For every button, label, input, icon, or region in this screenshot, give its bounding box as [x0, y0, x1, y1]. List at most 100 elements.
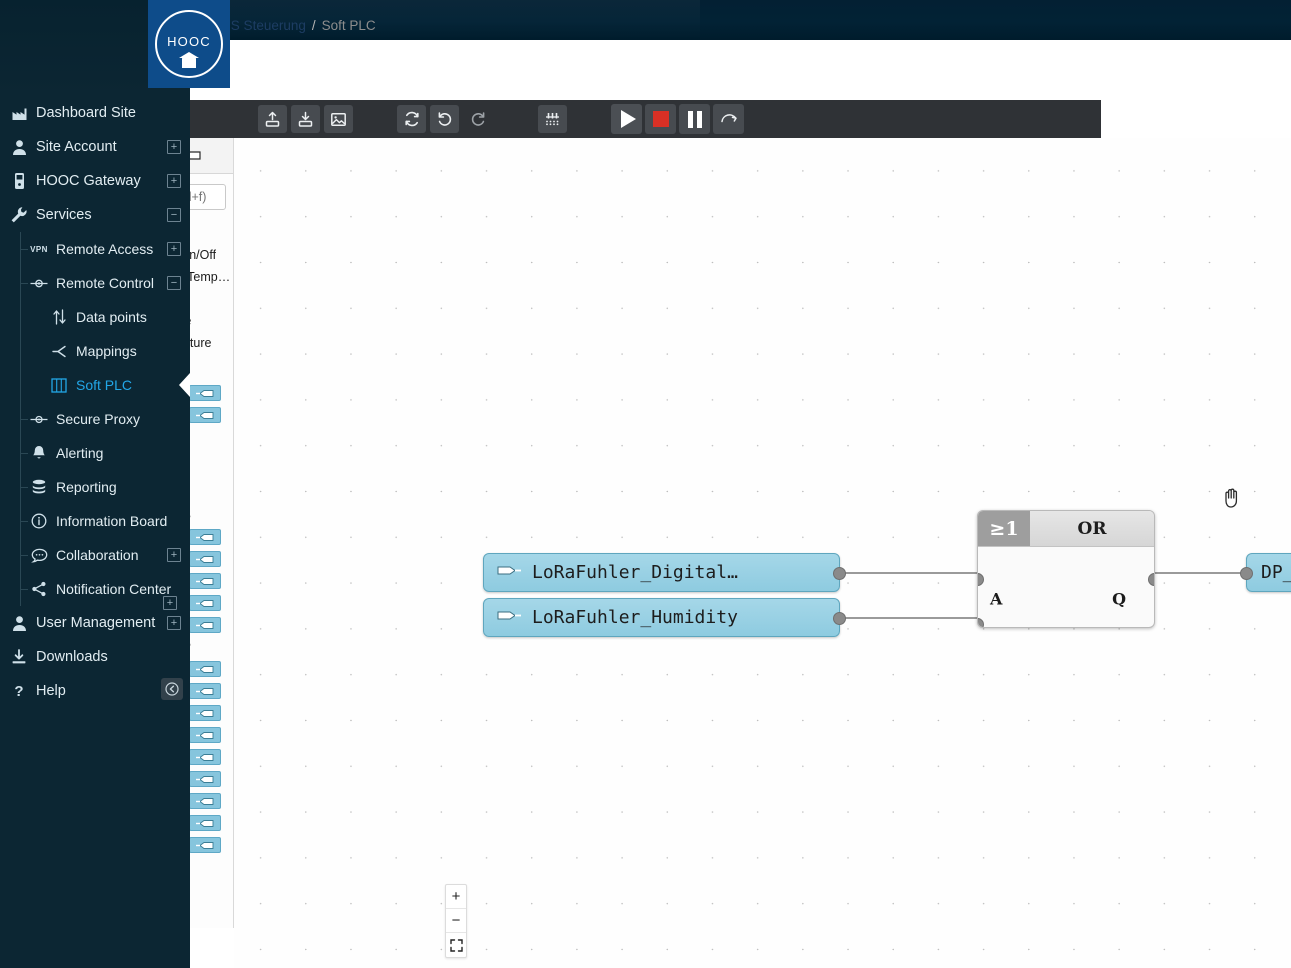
node-output-port[interactable] — [833, 567, 846, 580]
sidebar-nav: Dashboard Site Site Account+HOOC Gateway+… — [0, 96, 190, 708]
image-icon — [330, 111, 347, 128]
sidebar-item-information-board[interactable]: Information Board — [0, 504, 190, 538]
zoom-fit-button[interactable] — [446, 933, 466, 957]
wire-digital-to-a — [840, 572, 978, 574]
datapoint-out-icon — [189, 595, 221, 611]
or-title: OR — [1030, 511, 1154, 546]
step-button[interactable] — [713, 104, 744, 134]
sidebar-item-label: Remote Control — [56, 275, 167, 291]
question-icon: ? — [8, 683, 30, 700]
refresh-icon — [403, 110, 421, 128]
tree-line — [20, 300, 21, 334]
plc-icon — [48, 378, 70, 393]
download-icon — [297, 111, 314, 128]
play-icon — [621, 110, 636, 128]
node-lorafuhler-digital[interactable]: LoRaFuhler_Digital… — [483, 553, 840, 592]
node-label: DP_ — [1261, 562, 1291, 583]
datapoint-out-icon — [189, 529, 221, 545]
node-input-port[interactable] — [1240, 567, 1253, 580]
sidebar-item-mappings[interactable]: Mappings — [0, 334, 190, 368]
sidebar-item-label: Collaboration — [56, 547, 167, 563]
user-icon — [8, 615, 30, 632]
wire-humidity-to-b — [840, 617, 978, 619]
undo-icon — [436, 110, 454, 128]
pause-button[interactable] — [679, 104, 710, 134]
node-dp-output[interactable]: DP_ — [1246, 553, 1291, 592]
sidebar-expand-toggle[interactable]: + — [167, 548, 181, 562]
datapoint-out-icon — [189, 749, 221, 765]
download-program-button[interactable] — [291, 105, 320, 133]
or-output-q-port[interactable] — [1148, 573, 1155, 586]
sidebar-item-user-management[interactable]: User Management+ — [0, 606, 190, 640]
sidebar-item-remote-access[interactable]: VPNRemote Access+ — [0, 232, 190, 266]
sidebar-item-dashboard-site[interactable]: Dashboard Site — [0, 96, 190, 130]
zoom-out-label: − — [452, 912, 461, 929]
datapoint-out-icon — [189, 771, 221, 787]
sidebar-expand-toggle[interactable]: + — [167, 174, 181, 188]
sidebar-item-data-points[interactable]: Data points — [0, 300, 190, 334]
active-indicator — [179, 373, 190, 397]
datapoint-out-icon — [189, 551, 221, 567]
sliders-icon — [543, 110, 562, 129]
fit-icon — [450, 939, 463, 952]
hooc-logo[interactable]: HOOC — [148, 0, 230, 88]
or-input-a-label: A — [990, 590, 1002, 609]
sidebar-item-label: Data points — [76, 309, 190, 325]
sidebar-expand-toggle[interactable]: − — [167, 276, 181, 290]
sidebar-item-label: Services — [36, 207, 167, 223]
tree-line — [20, 368, 21, 402]
run-button[interactable] — [611, 104, 642, 134]
sidebar-expand-toggle[interactable]: − — [167, 208, 181, 222]
node-output-port[interactable] — [833, 612, 846, 625]
redo-button[interactable] — [463, 105, 492, 133]
upload-program-button[interactable] — [258, 105, 287, 133]
tree-tick — [20, 249, 28, 250]
node-or-gate[interactable]: ≥1 OR A B Q — [977, 510, 1155, 628]
sidebar-item-label: Information Board — [56, 513, 190, 529]
sidebar-item-alerting[interactable]: Alerting — [0, 436, 190, 470]
refresh-button[interactable] — [397, 105, 426, 133]
sidebar-item-notification-center[interactable]: Notification Center+ — [0, 572, 190, 606]
undo-button[interactable] — [430, 105, 459, 133]
sidebar-item-services[interactable]: Services− — [0, 198, 190, 232]
node-lorafuhler-humidity[interactable]: LoRaFuhler_Humidity — [483, 598, 840, 637]
datapoint-out-icon — [189, 705, 221, 721]
sidebar-item-remote-control[interactable]: Remote Control− — [0, 266, 190, 300]
sidebar-item-secure-proxy[interactable]: Secure Proxy — [0, 402, 190, 436]
sidebar-item-label: Reporting — [56, 479, 190, 495]
sidebar-collapse-button[interactable] — [161, 678, 183, 700]
tree-tick — [20, 453, 28, 454]
sidebar-item-site-account[interactable]: Site Account+ — [0, 130, 190, 164]
datapoint-out-icon — [189, 793, 221, 809]
sidebar-item-reporting[interactable]: Reporting — [0, 470, 190, 504]
stop-button[interactable] — [645, 104, 676, 134]
datapoint-out-icon — [189, 683, 221, 699]
sidebar-expand-toggle[interactable]: + — [167, 242, 181, 256]
sidebar-item-downloads[interactable]: Downloads — [0, 640, 190, 674]
step-arc-icon — [719, 109, 739, 129]
sidebar-item-label: Dashboard Site — [36, 105, 190, 121]
info-icon — [28, 513, 50, 529]
sidebar-item-hooc-gateway[interactable]: HOOC Gateway+ — [0, 164, 190, 198]
sidebar-expand-toggle[interactable]: + — [167, 616, 181, 630]
datapoint-out-icon — [189, 661, 221, 677]
plc-canvas[interactable]: LoRaFuhler_Digital… LoRaFuhler_Humidity … — [234, 138, 1291, 968]
or-symbol: ≥1 — [978, 511, 1030, 546]
node-label: LoRaFuhler_Humidity — [532, 607, 738, 628]
io-config-button[interactable] — [538, 105, 567, 133]
sidebar-expand-toggle[interactable]: + — [167, 140, 181, 154]
sidebar-item-label: User Management — [36, 615, 167, 631]
run-button-group — [611, 104, 744, 134]
wire-q-to-output — [1154, 572, 1246, 574]
sidebar-item-soft-plc[interactable]: Soft PLC — [0, 368, 190, 402]
hooc-logo-icon: HOOC — [155, 10, 223, 78]
zoom-out-button[interactable]: − — [446, 909, 466, 933]
datapoint-out-icon — [189, 727, 221, 743]
sidebar-item-collaboration[interactable]: Collaboration+ — [0, 538, 190, 572]
wrench-icon — [8, 206, 30, 224]
datapoint-out-icon — [189, 617, 221, 633]
or-gate-header: ≥1 OR — [978, 511, 1154, 547]
zoom-in-button[interactable]: + — [446, 885, 466, 909]
export-image-button[interactable] — [324, 105, 353, 133]
gateway-icon — [8, 172, 30, 190]
